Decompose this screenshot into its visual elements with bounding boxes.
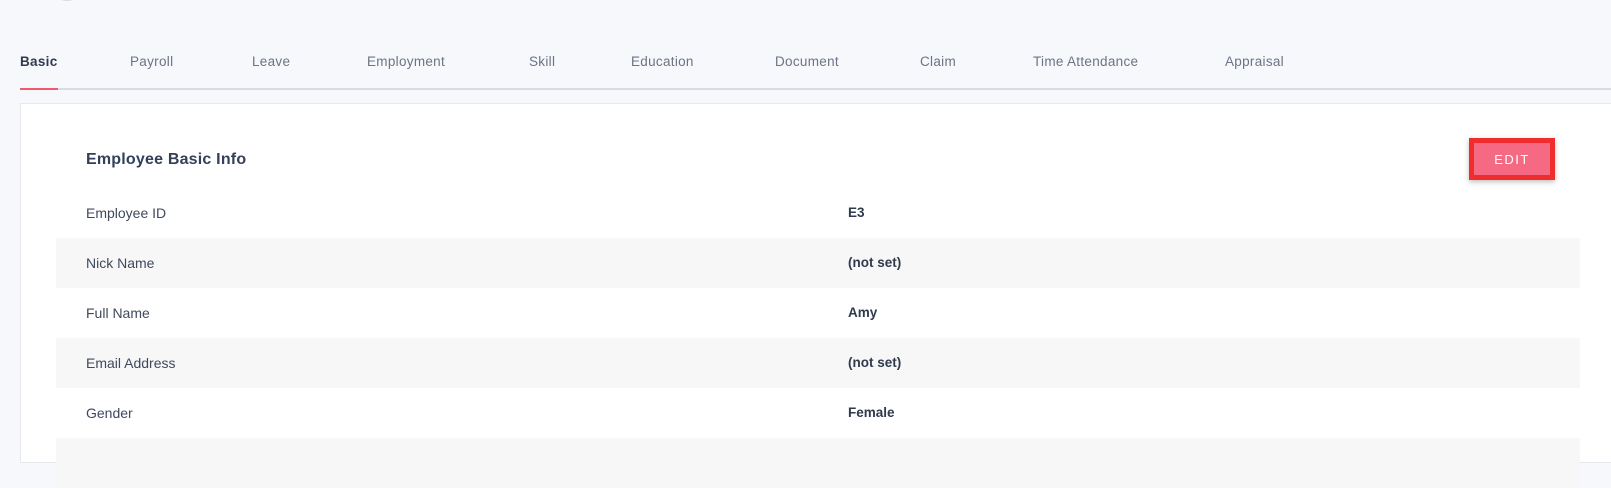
field-label: Employee ID bbox=[86, 205, 167, 221]
field-value: (not set) bbox=[848, 355, 902, 370]
field-label: Nick Name bbox=[86, 255, 155, 271]
info-row-email-address: Email Address (not set) bbox=[56, 338, 1580, 388]
employee-basic-info-card: Employee Basic Info EDIT Employee ID E3 … bbox=[20, 103, 1611, 488]
info-row-partial bbox=[56, 438, 1580, 488]
tab-claim[interactable]: Claim bbox=[920, 54, 956, 90]
info-row-nick-name: Nick Name (not set) bbox=[56, 238, 1580, 288]
tab-education[interactable]: Education bbox=[631, 54, 694, 90]
field-value: (not set) bbox=[848, 255, 902, 270]
section-title: Employee Basic Info bbox=[86, 151, 247, 168]
profile-tabs: Basic Payroll Leave Employment Skill Edu… bbox=[20, 0, 1611, 90]
field-label: Email Address bbox=[86, 355, 176, 371]
tab-skill[interactable]: Skill bbox=[529, 54, 555, 90]
field-label: Gender bbox=[86, 405, 133, 421]
field-label: Full Name bbox=[86, 305, 150, 321]
edit-button-highlight: EDIT bbox=[1469, 138, 1555, 180]
info-row-employee-id: Employee ID E3 bbox=[56, 188, 1580, 238]
tab-leave[interactable]: Leave bbox=[252, 54, 290, 90]
tab-appraisal[interactable]: Appraisal bbox=[1225, 54, 1284, 90]
info-row-full-name: Full Name Amy bbox=[56, 288, 1580, 338]
edit-button[interactable]: EDIT bbox=[1474, 143, 1550, 175]
tab-payroll[interactable]: Payroll bbox=[130, 54, 173, 90]
tab-employment[interactable]: Employment bbox=[367, 54, 445, 90]
tab-basic[interactable]: Basic bbox=[20, 54, 58, 90]
field-value: E3 bbox=[848, 205, 865, 220]
info-list: Employee ID E3 Nick Name (not set) Full … bbox=[56, 188, 1580, 488]
tab-time-attendance[interactable]: Time Attendance bbox=[1033, 54, 1138, 90]
field-value: Female bbox=[848, 405, 895, 420]
field-value: Amy bbox=[848, 305, 878, 320]
info-row-gender: Gender Female bbox=[56, 388, 1580, 438]
tab-document[interactable]: Document bbox=[775, 54, 839, 90]
